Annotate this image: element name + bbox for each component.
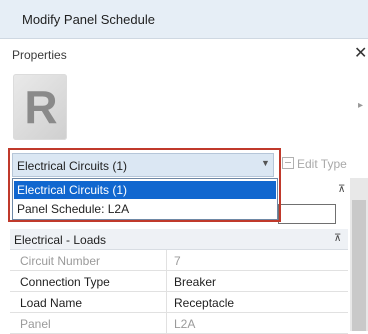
type-selector-value: Electrical Circuits (1) [17,159,128,173]
group-label: Electrical - Loads [14,233,107,247]
property-row-load-name[interactable]: Load Name Receptacle [10,292,348,313]
chevron-down-icon[interactable]: ▼ [261,158,270,168]
property-value[interactable]: Breaker [174,275,216,289]
properties-label: Properties [12,48,67,62]
collapse-icon[interactable]: ⊼ [334,233,341,244]
property-key: Connection Type [20,275,110,289]
pin-icon[interactable]: ⊼ [338,184,345,195]
dropdown-option-label: Panel Schedule: L2A [17,202,130,216]
column-divider [166,271,167,291]
tab-title: Modify Panel Schedule [22,12,155,27]
property-value[interactable]: Receptacle [174,296,234,310]
column-divider [166,292,167,312]
property-row-circuit-number: Circuit Number 7 [10,250,348,271]
type-selector-row: Electrical Circuits (1) ▼ Edit Type [0,152,368,178]
property-key: Circuit Number [20,254,101,268]
dropdown-option-label: Electrical Circuits (1) [17,183,128,197]
modify-tab-header: Modify Panel Schedule [0,0,368,39]
filter-input[interactable] [278,204,336,224]
properties-grid: Electrical - Loads ⊼ Circuit Number 7 Co… [10,229,358,334]
property-value: L2A [174,317,196,331]
edit-type-label: Edit Type [297,157,347,171]
close-icon[interactable]: ✕ [354,44,368,64]
edit-type-icon [282,157,294,169]
property-key: Load Name [20,296,83,310]
property-value: 7 [174,254,181,268]
chevron-right-icon[interactable]: ▸ [358,100,363,111]
type-selector-dropdown[interactable]: Electrical Circuits (1) ▼ [12,153,274,177]
column-divider [166,313,167,333]
property-key: Panel [20,317,51,331]
dropdown-option-electrical-circuits[interactable]: Electrical Circuits (1) [14,181,276,199]
properties-header: Properties ✕ [0,44,368,66]
property-row-connection-type[interactable]: Connection Type Breaker [10,271,348,292]
scrollbar-thumb[interactable] [352,200,366,331]
dropdown-option-panel-schedule[interactable]: Panel Schedule: L2A [14,200,276,218]
revit-logo-letter: R [24,81,57,133]
revit-logo: R [13,74,67,140]
column-divider [166,250,167,270]
group-header-electrical-loads[interactable]: Electrical - Loads ⊼ [10,229,348,250]
type-preview-area: R ▸ [0,70,368,150]
type-selector-options: Electrical Circuits (1) Panel Schedule: … [12,178,278,220]
edit-type-button[interactable]: Edit Type [282,157,347,171]
